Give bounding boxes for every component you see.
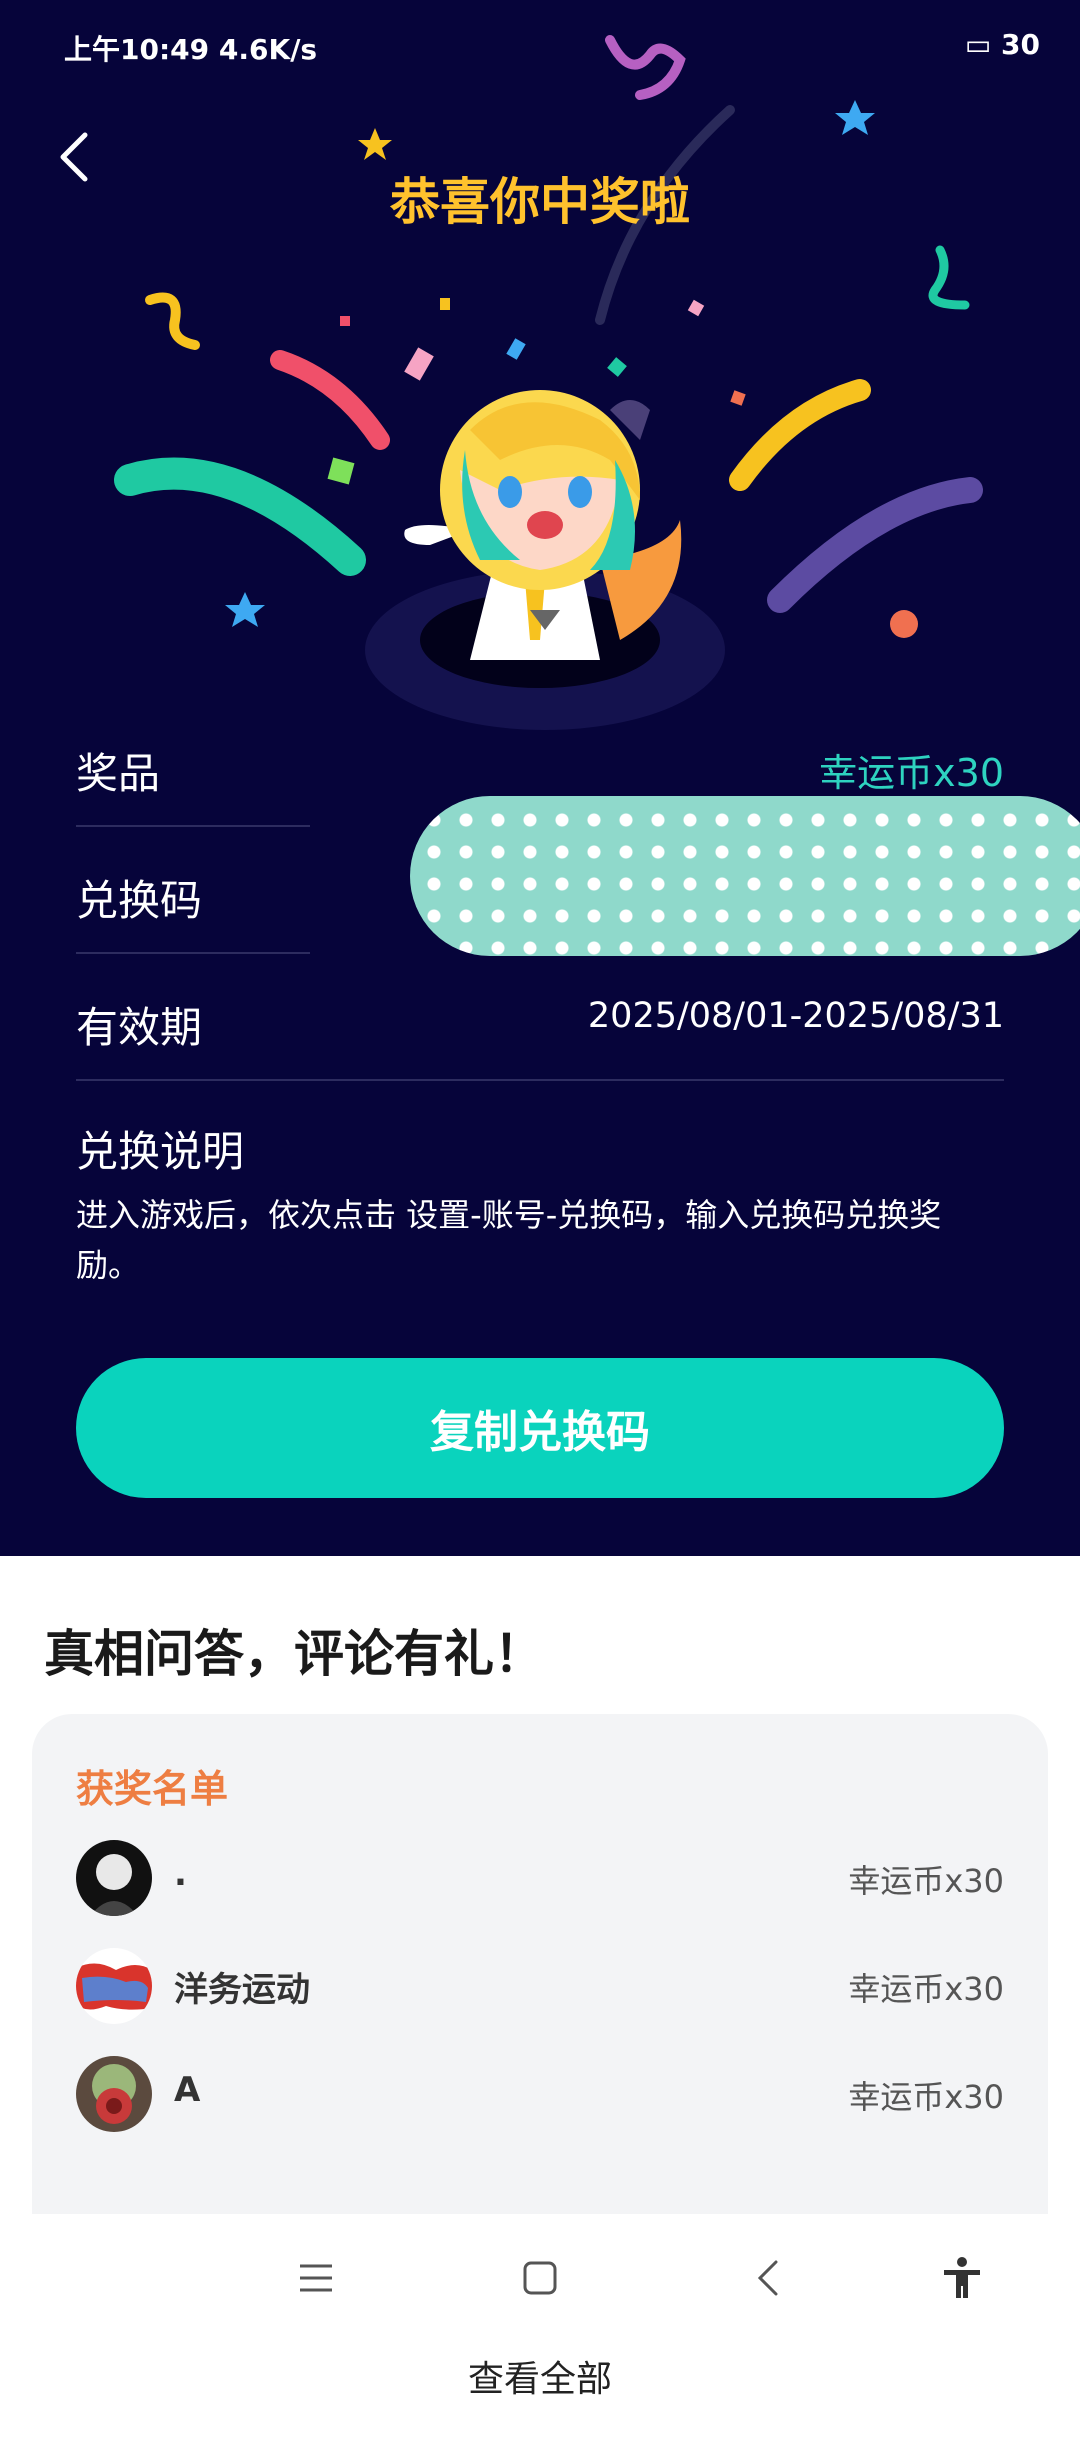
winner-name: . xyxy=(174,1854,187,1894)
winner-prize: 幸运币x30 xyxy=(848,2078,1004,2116)
list-item[interactable]: A 幸运币x30 xyxy=(76,2056,1004,2132)
copy-code-button[interactable]: 复制兑换码 xyxy=(76,1358,1004,1498)
validity-value: 2025/08/01-2025/08/31 xyxy=(587,996,1004,1036)
winners-title: 获奖名单 xyxy=(76,1767,229,1811)
chevron-left-icon xyxy=(757,2260,778,2296)
prize-value: 幸运币x30 xyxy=(819,751,1004,795)
menu-icon xyxy=(300,2264,332,2292)
nav-back-button[interactable] xyxy=(738,2248,798,2308)
reward-panel: 上午10:49 4.6K/s ▭ 30 恭喜你中奖啦 奖品 幸运币x30 兑换码… xyxy=(0,0,1080,1556)
prize-label: 奖品 xyxy=(76,749,161,798)
instructions-title: 兑换说明 xyxy=(76,1127,245,1176)
divider xyxy=(76,1079,1004,1081)
avatar xyxy=(76,1840,152,1916)
status-time-text: 上午10:49 xyxy=(64,33,210,66)
validity-label: 有效期 xyxy=(76,1003,203,1052)
square-home-icon xyxy=(523,2261,557,2295)
winner-prize: 幸运币x30 xyxy=(848,1862,1004,1900)
winner-name: A xyxy=(174,2070,201,2110)
status-network-speed: 4.6K/s xyxy=(218,33,318,66)
system-nav-bar xyxy=(0,2214,1080,2340)
menu-button[interactable] xyxy=(286,2248,346,2308)
status-battery-level: 30 xyxy=(1001,28,1040,61)
battery-icon: ▭ xyxy=(964,28,992,61)
section-title: 真相问答，评论有礼！ xyxy=(44,1625,544,1683)
code-label: 兑换码 xyxy=(76,876,203,925)
redacted-code-mask xyxy=(410,796,1080,956)
page-title: 恭喜你中奖啦 xyxy=(390,173,690,231)
instructions-text: 进入游戏后，依次点击 设置-账号-兑换码，输入兑换码兑换奖励。 xyxy=(76,1196,942,1284)
accessibility-icon xyxy=(944,2257,980,2298)
validity-row: 有效期 2025/08/01-2025/08/31 xyxy=(76,954,1004,1081)
accessibility-button[interactable] xyxy=(932,2248,992,2308)
status-time: 上午10:49 4.6K/s xyxy=(64,28,317,68)
celebration-illustration xyxy=(114,35,983,730)
avatar xyxy=(76,1948,152,2024)
list-item[interactable]: 洋务运动 幸运币x30 xyxy=(76,1948,1004,2024)
list-item[interactable]: . 幸运币x30 xyxy=(76,1840,1004,1916)
avatar xyxy=(76,2056,152,2132)
status-battery: ▭ 30 xyxy=(965,28,1040,61)
winner-prize: 幸运币x30 xyxy=(848,1970,1004,2008)
winner-name: 洋务运动 xyxy=(174,1970,310,2010)
status-bar: 上午10:49 4.6K/s ▭ 30 xyxy=(0,0,1080,96)
home-button[interactable] xyxy=(510,2248,570,2308)
comment-reward-section: 真相问答，评论有礼！ 获奖名单 . 幸运币x30 洋务运动 幸运币x30 A 幸… xyxy=(0,1556,1080,2440)
